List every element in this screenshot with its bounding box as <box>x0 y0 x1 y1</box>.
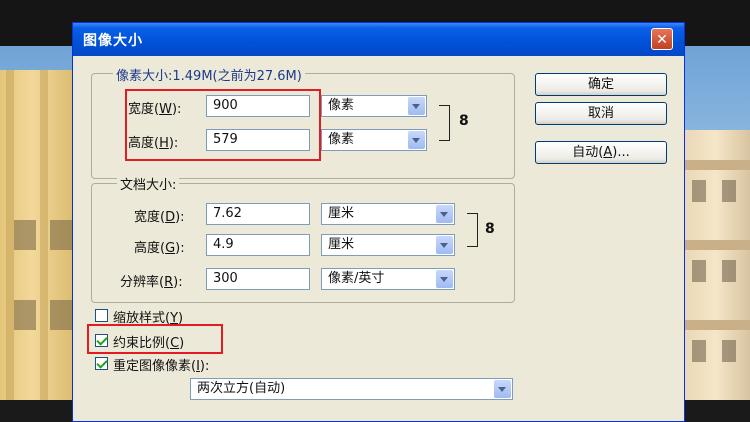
titlebar: 图像大小 ✕ <box>73 23 684 56</box>
close-icon: ✕ <box>656 32 668 48</box>
pixel-width-unit-select[interactable]: 像素 <box>321 95 427 117</box>
left-building <box>0 70 80 400</box>
scale-styles-checkbox[interactable] <box>95 309 108 322</box>
doc-height-unit-select[interactable]: 厘米 <box>321 234 455 256</box>
pixel-link-bracket <box>439 105 450 141</box>
cancel-button[interactable]: 取消 <box>535 102 667 125</box>
highlight-box-pixel-size <box>125 89 321 161</box>
resample-method-select[interactable]: 两次立方(自动) <box>190 378 513 400</box>
doc-height-label: 高度(G): <box>134 241 185 256</box>
resample-image-checkbox[interactable] <box>95 357 108 370</box>
doc-width-input[interactable]: 7.62 <box>206 203 310 225</box>
chevron-down-icon <box>436 270 453 288</box>
doc-height-unit-value: 厘米 <box>328 237 355 252</box>
doc-height-input[interactable]: 4.9 <box>206 234 310 256</box>
close-button[interactable]: ✕ <box>651 28 673 50</box>
chevron-down-icon <box>408 97 425 115</box>
resolution-unit-select[interactable]: 像素/英寸 <box>321 268 455 290</box>
resample-image-label: 重定图像像素(I): <box>113 359 210 374</box>
chain-link-icon: 8 <box>459 113 469 129</box>
chain-link-icon: 8 <box>485 221 495 237</box>
dialog-title: 图像大小 <box>83 33 143 49</box>
pixel-width-unit-value: 像素 <box>328 98 355 113</box>
auto-button[interactable]: 自动(A)... <box>535 141 667 164</box>
right-building <box>682 130 750 400</box>
chevron-down-icon <box>494 380 511 398</box>
resolution-label: 分辨率(R): <box>120 275 183 290</box>
pixel-height-unit-select[interactable]: 像素 <box>321 129 427 151</box>
chevron-down-icon <box>436 205 453 223</box>
resolution-input[interactable]: 300 <box>206 268 310 290</box>
doc-width-unit-value: 厘米 <box>328 206 355 221</box>
resample-method-value: 两次立方(自动) <box>197 381 286 396</box>
document-size-title: 文档大小: <box>117 174 180 193</box>
pixel-height-unit-value: 像素 <box>328 132 355 147</box>
highlight-box-constrain <box>87 324 223 354</box>
pixel-dimensions-title: 像素大小:1.49M(之前为27.6M) <box>113 65 305 84</box>
doc-width-unit-select[interactable]: 厘米 <box>321 203 455 225</box>
doc-link-bracket <box>467 213 478 247</box>
resolution-unit-value: 像素/英寸 <box>328 271 385 286</box>
ok-button[interactable]: 确定 <box>535 73 667 96</box>
chevron-down-icon <box>408 131 425 149</box>
doc-width-label: 宽度(D): <box>134 210 185 225</box>
image-size-dialog: 图像大小 ✕ 像素大小:1.49M(之前为27.6M) 宽度(W): 900 像… <box>72 22 685 422</box>
chevron-down-icon <box>436 236 453 254</box>
